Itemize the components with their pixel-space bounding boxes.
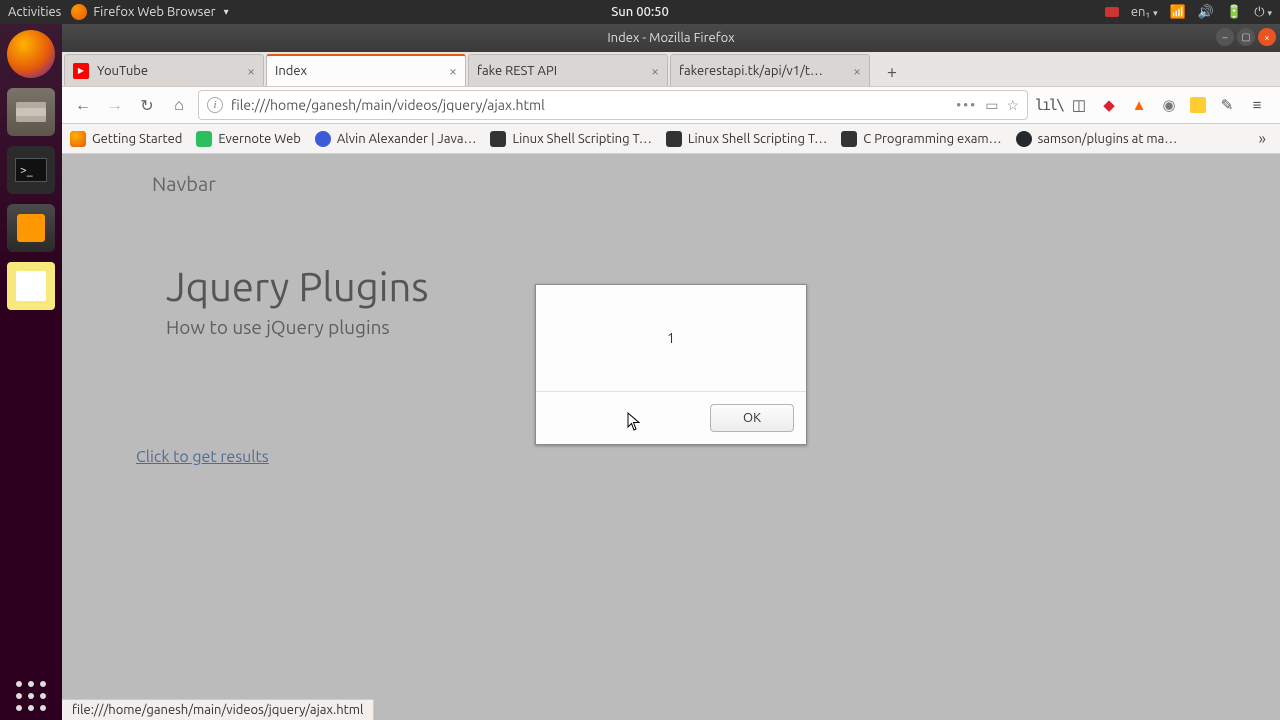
alert-dialog: 1 OK (535, 284, 807, 445)
bookmark-linux-1[interactable]: Linux Shell Scripting T… (490, 131, 651, 147)
tab-youtube[interactable]: ▶ YouTube × (64, 54, 264, 86)
bookmark-samson[interactable]: samson/plugins at ma… (1016, 131, 1178, 147)
bookmark-c-prog[interactable]: C Programming exam… (841, 131, 1001, 147)
keyboard-indicator[interactable]: en₁ ▾ (1131, 5, 1158, 19)
bookmark-star-icon[interactable]: ☆ (1006, 97, 1019, 114)
youtube-icon: ▶ (73, 63, 89, 79)
bookmark-evernote[interactable]: Evernote Web (196, 131, 300, 147)
ext-icon-3[interactable]: ◉ (1160, 96, 1178, 114)
launcher-terminal[interactable]: >_ (7, 146, 55, 194)
tab-fakerestapi[interactable]: fakerestapi.tk/api/v1/todo × (670, 54, 870, 86)
chevron-down-icon: ▾ (224, 6, 229, 18)
reader-mode-icon[interactable]: ▭ (985, 97, 998, 114)
nav-toolbar: ← → ↻ ⌂ i file:///home/ganesh/main/video… (62, 86, 1280, 124)
new-tab-button[interactable]: + (878, 58, 906, 86)
launcher-files[interactable] (7, 88, 55, 136)
tab-label: fake REST API (477, 64, 557, 78)
sidebar-icon[interactable]: ◫ (1070, 96, 1088, 114)
status-bar: file:///home/ganesh/main/videos/jquery/a… (62, 699, 374, 720)
menu-button[interactable]: ≡ (1248, 96, 1266, 114)
reload-button[interactable]: ↻ (134, 92, 160, 118)
ok-button[interactable]: OK (710, 404, 794, 432)
ext-icon-2[interactable]: ▲ (1130, 96, 1148, 114)
library-icon[interactable]: lıl\ (1040, 96, 1058, 114)
launcher-notes[interactable] (7, 262, 55, 310)
record-icon (1105, 7, 1119, 17)
minimize-button[interactable]: – (1216, 28, 1234, 46)
alert-message: 1 (536, 285, 806, 391)
back-button[interactable]: ← (70, 92, 96, 118)
window-title: Index - Mozilla Firefox (607, 31, 734, 45)
tab-strip: ▶ YouTube × Index × fake REST API × fake… (62, 52, 1280, 86)
app-menu-label: Firefox Web Browser (93, 5, 215, 19)
battery-icon: 🔋 (1226, 5, 1242, 20)
tab-fake-rest-api[interactable]: fake REST API × (468, 54, 668, 86)
tab-label: YouTube (97, 64, 148, 78)
site-info-icon[interactable]: i (207, 97, 223, 113)
page-actions-icon[interactable]: ••• (956, 97, 977, 113)
page-viewport: Navbar Jquery Plugins How to use jQuery … (62, 154, 1280, 720)
url-bar[interactable]: i file:///home/ganesh/main/videos/jquery… (198, 90, 1028, 120)
close-icon[interactable]: × (247, 63, 255, 79)
power-icon: ⏻ ▾ (1254, 5, 1272, 20)
launcher-firefox[interactable] (7, 30, 55, 78)
gnome-topbar: Activities Firefox Web Browser ▾ Sun 00:… (0, 0, 1280, 24)
firefox-window: ▶ YouTube × Index × fake REST API × fake… (62, 52, 1280, 720)
maximize-button[interactable]: ▢ (1237, 28, 1255, 46)
tab-label: Index (275, 64, 307, 78)
close-button[interactable]: × (1258, 28, 1276, 46)
url-text: file:///home/ganesh/main/videos/jquery/a… (231, 97, 545, 113)
bookmarks-bar: Getting Started Evernote Web Alvin Alexa… (62, 124, 1280, 154)
launcher-sublime[interactable] (7, 204, 55, 252)
system-tray[interactable]: en₁ ▾ 📶 🔊 🔋 ⏻ ▾ (1105, 5, 1272, 20)
firefox-icon (71, 4, 87, 20)
app-menu[interactable]: Firefox Web Browser ▾ (71, 4, 228, 20)
home-button[interactable]: ⌂ (166, 92, 192, 118)
show-applications[interactable] (7, 672, 55, 720)
bookmark-getting-started[interactable]: Getting Started (70, 131, 182, 147)
close-icon[interactable]: × (651, 63, 659, 79)
tab-label: fakerestapi.tk/api/v1/todo (679, 64, 829, 78)
activities-button[interactable]: Activities (8, 5, 61, 19)
close-icon[interactable]: × (449, 63, 457, 79)
bookmark-linux-2[interactable]: Linux Shell Scripting T… (666, 131, 827, 147)
close-icon[interactable]: × (853, 63, 861, 79)
ext-icon-1[interactable]: ◆ (1100, 96, 1118, 114)
bookmark-alvin[interactable]: Alvin Alexander | Java… (315, 131, 477, 147)
window-titlebar: Index - Mozilla Firefox – ▢ × (62, 24, 1280, 52)
ext-icon-4[interactable] (1190, 97, 1206, 113)
forward-button[interactable]: → (102, 92, 128, 118)
ext-icon-5[interactable]: ✎ (1218, 96, 1236, 114)
wifi-icon: 📶 (1170, 5, 1186, 20)
bookmarks-overflow[interactable]: » (1252, 130, 1272, 148)
unity-launcher: >_ (0, 24, 62, 720)
tab-index[interactable]: Index × (266, 54, 466, 86)
volume-icon: 🔊 (1198, 5, 1214, 20)
clock[interactable]: Sun 00:50 (611, 5, 669, 19)
